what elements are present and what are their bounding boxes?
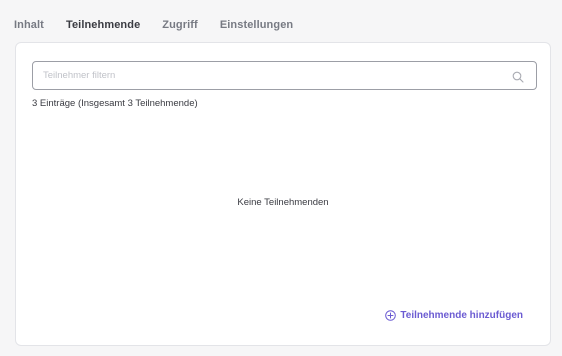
entries-count: 3 Einträge (Insgesamt 3 Teilnehmende) [32,98,198,109]
tab-teilnehmende[interactable]: Teilnehmende [66,19,140,31]
search-icon[interactable] [512,70,524,83]
search-input[interactable] [33,62,536,89]
add-participants-button[interactable]: Teilnehmende hinzufügen [385,310,523,321]
participants-panel: 3 Einträge (Insgesamt 3 Teilnehmende) Ke… [15,42,551,346]
tab-bar: Inhalt Teilnehmende Zugriff Einstellunge… [14,16,293,34]
search-field [32,61,537,90]
tab-einstellungen[interactable]: Einstellungen [220,19,293,31]
plus-circle-icon [385,310,397,321]
tab-inhalt[interactable]: Inhalt [14,19,44,31]
add-participants-label: Teilnehmende hinzufügen [400,310,523,321]
empty-state-message: Keine Teilnehmenden [237,197,329,208]
tab-zugriff[interactable]: Zugriff [162,19,198,31]
